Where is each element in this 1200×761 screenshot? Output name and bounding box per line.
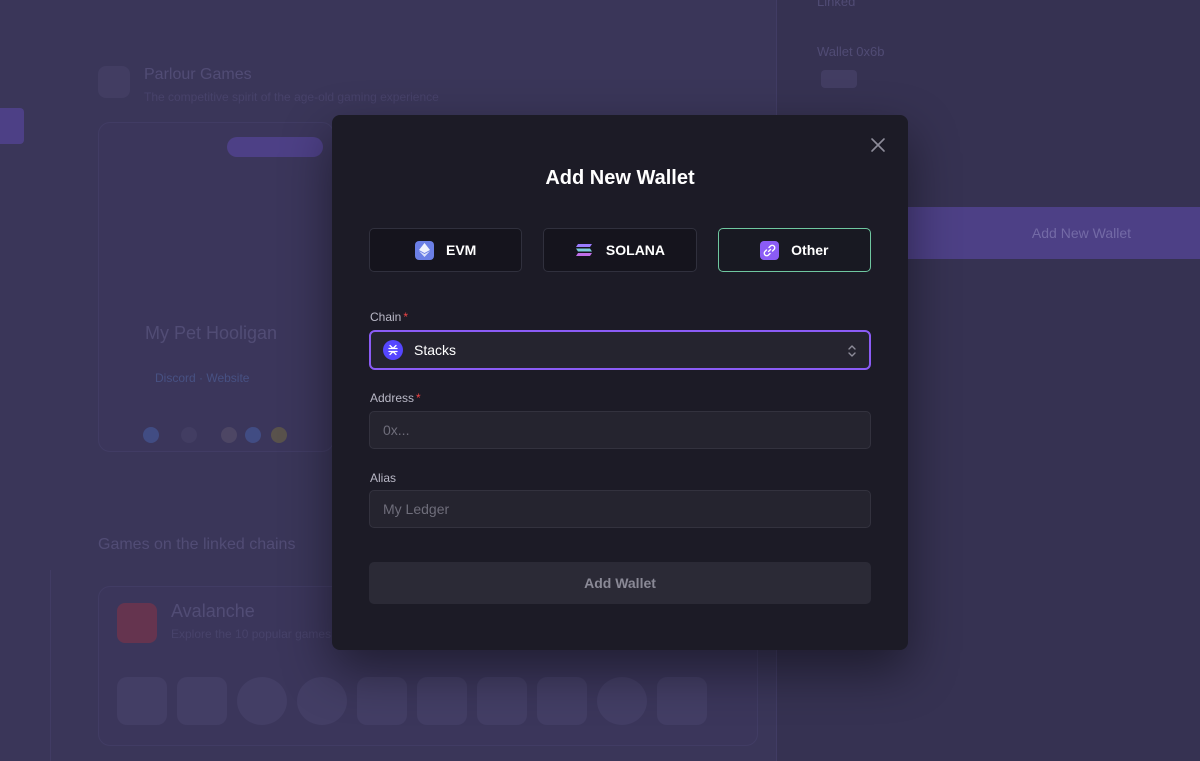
chain-type-tabs: EVM SOLANA Other [369, 228, 871, 272]
tab-evm[interactable]: EVM [369, 228, 523, 272]
alias-input[interactable] [369, 490, 871, 528]
solana-icon [575, 241, 594, 260]
chevron-up-down-icon [848, 345, 856, 357]
chain-field-label: Chain * [370, 310, 408, 324]
tab-other-label: Other [791, 242, 829, 258]
close-button[interactable] [868, 135, 888, 155]
add-wallet-button[interactable]: Add Wallet [369, 562, 871, 604]
add-wallet-modal: Add New Wallet EVM SOLANA Other Chain * … [332, 115, 908, 650]
tab-evm-label: EVM [445, 242, 477, 258]
close-icon [871, 138, 885, 152]
address-field-label: Address * [370, 391, 421, 405]
tab-other[interactable]: Other [717, 228, 871, 272]
tab-solana[interactable]: SOLANA [543, 228, 697, 272]
alias-field-label: Alias [370, 471, 397, 485]
chain-select-value: Stacks [414, 342, 457, 358]
address-label-text: Address [370, 391, 415, 405]
required-marker: * [403, 310, 409, 324]
address-input[interactable] [369, 411, 871, 449]
required-marker: * [416, 391, 421, 405]
chain-label-text: Chain [370, 310, 402, 324]
link-icon [760, 240, 780, 260]
stacks-icon [383, 340, 403, 360]
modal-title: Add New Wallet [545, 167, 695, 189]
tab-solana-label: SOLANA [605, 242, 666, 258]
ethereum-icon [414, 240, 434, 260]
chain-select[interactable]: Stacks [369, 330, 871, 370]
